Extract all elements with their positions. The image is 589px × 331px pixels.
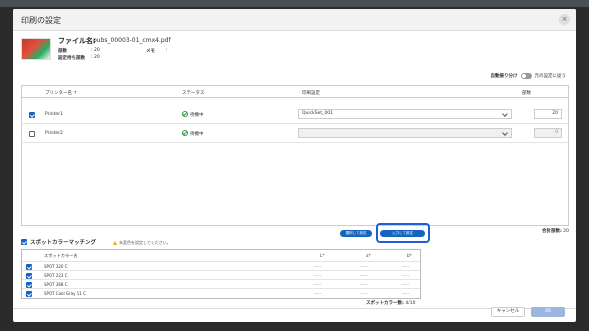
col-l: L*	[320, 252, 325, 258]
spot-color-row[interactable]: SPOT 223 C ----- ----- -----	[22, 270, 420, 279]
spot-color-checkbox[interactable]	[21, 239, 27, 245]
total-copies-value: 20	[563, 229, 569, 234]
print-setting-value: QuickSet_001	[302, 111, 333, 116]
printer-row-checkbox[interactable]	[29, 112, 35, 118]
l-value: -----	[314, 264, 322, 269]
printer-table-header: プリンター名 ↑ ステータス 印刷設定 部数	[22, 86, 568, 98]
spot-row-checkbox[interactable]	[26, 281, 32, 288]
quota-value: 20	[93, 55, 100, 60]
chevron-down-icon	[502, 129, 508, 136]
close-icon[interactable]: ×	[559, 14, 570, 25]
b-value: -----	[402, 291, 410, 296]
print-settings-dialog: 印刷の設定 × ファイル名: pubs_00003-01_cmx4.pdf 部数…	[13, 9, 576, 322]
spot-color-count-label: スポットカラー数:	[366, 301, 404, 306]
status-ok-icon	[182, 111, 188, 117]
file-name-value: pubs_00003-01_cmx4.pdf	[93, 36, 171, 44]
l-value: -----	[314, 282, 322, 287]
dialog-header: 印刷の設定 ×	[13, 9, 576, 31]
auto-assign-value: 元の設定に従う	[534, 74, 567, 79]
b-value: -----	[402, 273, 410, 278]
printer-row[interactable]: Printer1 待機中 QuickSet_001 20	[22, 105, 568, 124]
status-ok-icon	[182, 130, 188, 136]
col-print-setting: 印刷設定	[302, 90, 320, 96]
printer-status: 待機中	[190, 132, 204, 137]
total-copies: 合計部数: 20	[542, 228, 569, 234]
spot-color-row[interactable]: SPOT 368 C ----- ----- -----	[22, 279, 420, 288]
spot-color-name: SPOT Cool Gray 11 C	[44, 291, 86, 296]
col-a: a*	[366, 252, 371, 258]
file-thumbnail	[21, 38, 51, 60]
dialog-title: 印刷の設定	[21, 16, 61, 25]
copies-input[interactable]: 0	[534, 128, 562, 138]
b-value: -----	[402, 282, 410, 287]
printer-table: プリンター名 ↑ ステータス 印刷設定 部数 Printer1 待機中 Quic…	[21, 85, 569, 226]
auto-assign-toggle[interactable]	[520, 73, 532, 79]
printer-row-checkbox[interactable]	[29, 131, 35, 137]
cancel-button[interactable]: キャンセル	[491, 307, 525, 317]
a-value: -----	[360, 282, 368, 287]
quota-label: 設定待ち部数	[58, 56, 85, 61]
col-copies: 部数	[522, 90, 531, 96]
col-b: b*	[407, 252, 412, 258]
memo-label: メモ	[146, 49, 155, 54]
col-spot-color-name: スポットカラー名	[44, 252, 78, 258]
spot-color-name: SPOT 368 C	[44, 282, 68, 287]
spot-color-row[interactable]: SPOT Cool Gray 11 C ----- ----- -----	[22, 288, 420, 297]
col-status: ステータス	[182, 90, 205, 96]
spot-row-checkbox[interactable]	[26, 272, 32, 279]
spot-color-count-value: 4/10	[405, 301, 416, 306]
l-value: -----	[314, 291, 322, 296]
print-setting-select[interactable]: QuickSet_001	[298, 109, 512, 119]
highlight-ring	[376, 223, 430, 243]
printer-status: 待機中	[190, 113, 204, 118]
l-value: -----	[314, 273, 322, 278]
spot-row-checkbox[interactable]	[26, 290, 32, 297]
col-printer-name[interactable]: プリンター名 ↑	[45, 90, 77, 96]
b-value: -----	[402, 264, 410, 269]
a-value: -----	[360, 264, 368, 269]
select-and-set-button[interactable]: 選択して設定	[340, 230, 372, 237]
spot-color-title: スポットカラーマッチング	[30, 240, 97, 246]
spot-color-name: SPOT 320 C	[44, 264, 68, 269]
chevron-down-icon	[502, 110, 508, 117]
warning-icon	[113, 241, 117, 245]
file-name-label: ファイル名:	[58, 37, 96, 45]
copies-value: 20	[93, 48, 100, 53]
spot-color-name: SPOT 223 C	[44, 273, 68, 278]
print-setting-select[interactable]	[298, 128, 512, 138]
printer-name: Printer2	[45, 131, 63, 136]
total-copies-label: 合計部数:	[542, 229, 562, 234]
ok-button[interactable]: OK	[531, 307, 565, 317]
spot-color-table: スポットカラー名 L* a* b* SPOT 320 C ----- -----…	[21, 249, 421, 299]
memo-value: :	[166, 48, 168, 53]
warning-text: 未変色を設定してください。	[119, 240, 171, 245]
spot-color-row[interactable]: SPOT 320 C ----- ----- -----	[22, 261, 420, 270]
spot-row-checkbox[interactable]	[26, 263, 32, 270]
a-value: -----	[360, 273, 368, 278]
copies-input[interactable]: 20	[534, 109, 562, 119]
printer-row[interactable]: Printer2 待機中 0	[22, 124, 568, 143]
spot-color-warning: 未変色を設定してください。	[113, 240, 171, 246]
app-topbar	[0, 0, 589, 7]
copies-label: 部数	[58, 49, 67, 54]
auto-assign-toggle-group: 自動振り分け 元の設定に従う	[490, 73, 567, 79]
auto-assign-label: 自動振り分け	[490, 74, 518, 79]
a-value: -----	[360, 291, 368, 296]
spot-color-count: スポットカラー数: 4/10	[366, 300, 416, 306]
printer-name: Printer1	[45, 112, 63, 117]
